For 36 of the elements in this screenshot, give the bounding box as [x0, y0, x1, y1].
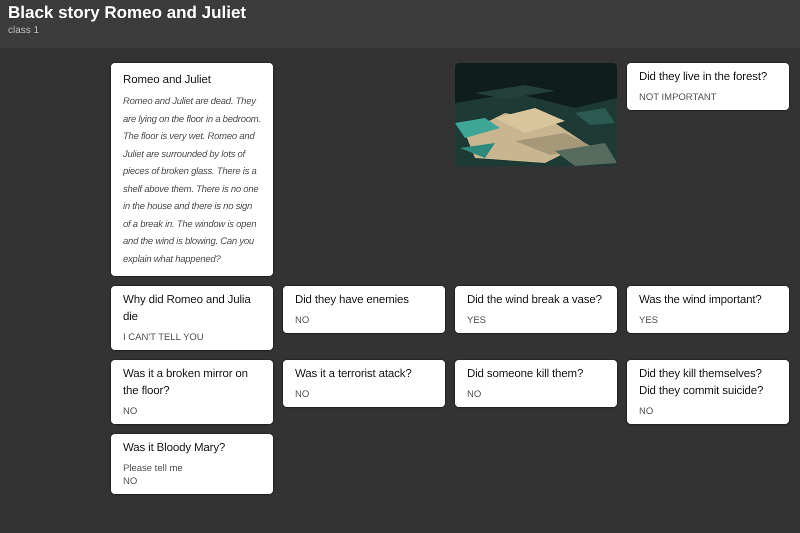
- post-title: Was the wind important?: [639, 293, 763, 308]
- post-title: Did they have enemies: [295, 293, 410, 308]
- post-text: NO: [639, 405, 654, 418]
- post-text: NOT IMPORTANT: [639, 91, 718, 104]
- post-text: YES: [639, 314, 660, 327]
- post-text: NO: [467, 388, 482, 401]
- post-text: I CAN'T TELL YOU: [123, 331, 205, 344]
- post-title: Romeo and Juliet: [123, 73, 212, 88]
- post-card[interactable]: Did the wind break a vase? YES: [455, 286, 617, 333]
- post-card[interactable]: Why did Romeo and Julia die I CAN'T TELL YOU: [111, 286, 273, 350]
- post-card[interactable]: Was it a broken mirror on the floor? NO: [111, 360, 273, 424]
- post-text: Romeo and Juliet are dead. They are lying on the floor in a bedroom. The floor is very wet. Romeo and Juliet are surrounded by lots of pieces of broken glass. There is a shelf above them. There is no one in the house and there is no sign of a break in. The window is open and the wind is blowing. Can you explain what happened?: [123, 95, 261, 266]
- board-subtitle: class 1: [8, 24, 40, 38]
- post-text: NO: [295, 314, 310, 327]
- post-title: Did they live in the forest?: [639, 70, 768, 85]
- post-card[interactable]: [111, 63, 273, 276]
- post-title: Was it a broken mirror on the floor?: [123, 367, 249, 399]
- post-text: Please tell me: [123, 462, 184, 475]
- post-title: Was it Bloody Mary?: [123, 441, 226, 456]
- post-title: Was it a terrorist atack?: [295, 367, 413, 382]
- post-title: Why did Romeo and Julia die: [123, 293, 252, 325]
- post-card[interactable]: Did they have enemies NO: [283, 286, 445, 333]
- post-card[interactable]: Was it Bloody Mary? Please tell me NO: [111, 434, 273, 494]
- post-card[interactable]: Did someone kill them? NO: [455, 360, 617, 407]
- post-text: YES: [467, 314, 488, 327]
- post-text: NO: [295, 388, 310, 401]
- post-title: Did someone kill them?: [467, 367, 584, 382]
- post-card[interactable]: Was it a terrorist atack? NO: [283, 360, 445, 407]
- post-title: Did the wind break a vase?: [467, 293, 603, 308]
- post-text: NO: [123, 475, 138, 488]
- board-title: Black story Romeo and Juliet: [8, 2, 248, 24]
- post-title: Did they kill themselves? Did they commit suicide?: [639, 367, 764, 399]
- post-card[interactable]: Did they kill themselves? Did they commit suicide? NO: [627, 360, 789, 424]
- post-card[interactable]: Was the wind important? YES: [627, 286, 789, 333]
- post-text: NO: [123, 405, 138, 418]
- post-card[interactable]: Did they live in the forest? NOT IMPORTANT: [627, 63, 789, 110]
